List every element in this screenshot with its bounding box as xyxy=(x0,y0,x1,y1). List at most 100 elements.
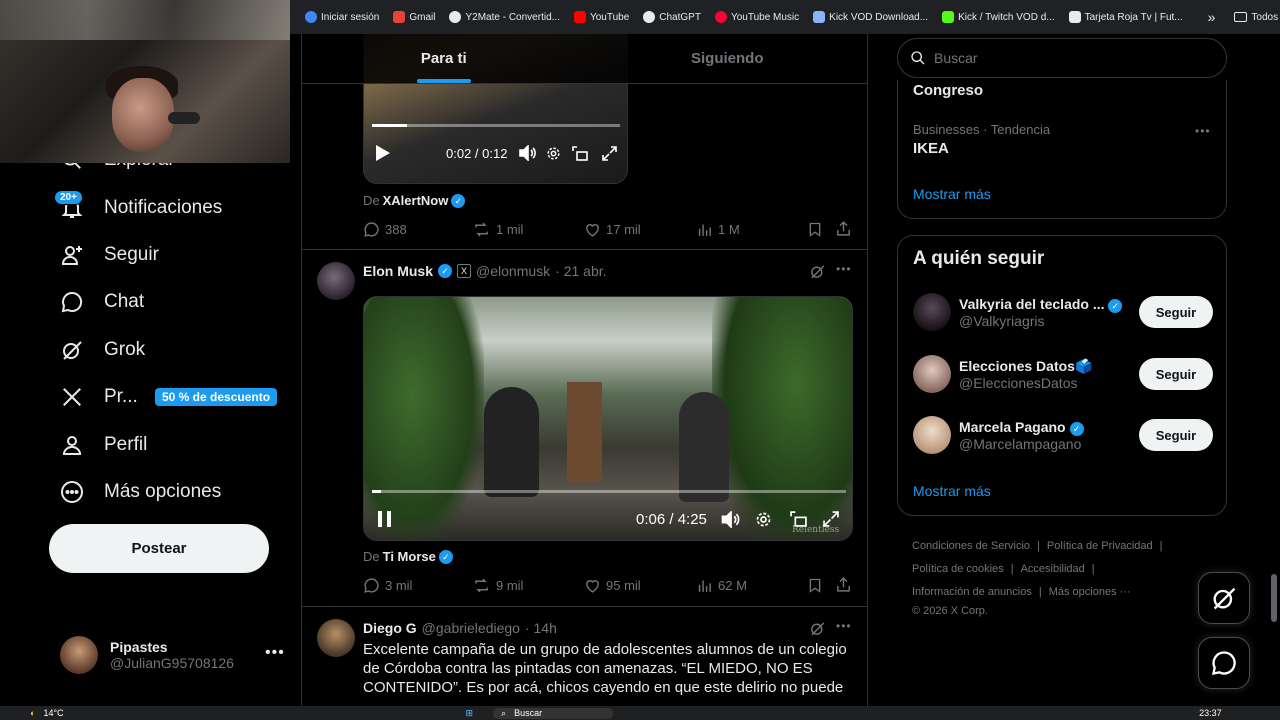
share-icon[interactable] xyxy=(835,576,852,593)
source-name[interactable]: Ti Morse xyxy=(383,549,436,564)
views-button[interactable]: 62 M xyxy=(696,577,747,594)
scrollbar-thumb[interactable] xyxy=(1271,574,1277,622)
more-icon[interactable]: ••• xyxy=(836,262,852,276)
youtube-music-icon xyxy=(714,11,727,23)
tab-following[interactable]: Siguiendo xyxy=(586,34,868,83)
youtube-icon xyxy=(573,11,586,23)
like-button[interactable]: 17 mil xyxy=(584,221,641,238)
footer-link[interactable]: Condiciones de Servicio xyxy=(912,540,1030,552)
video-player[interactable]: 0:06 / 4:25 Relentless xyxy=(363,296,853,541)
nav-premium[interactable]: Pr... xyxy=(58,379,138,415)
volume-icon[interactable] xyxy=(519,145,536,161)
bookmark-item[interactable]: YouTube Music xyxy=(708,5,806,29)
share-icon[interactable] xyxy=(835,220,852,237)
settings-icon[interactable] xyxy=(755,511,772,528)
source-name[interactable]: XAlertNow xyxy=(383,193,449,208)
video-progress-fill xyxy=(372,124,407,127)
chevron-right-icon[interactable]: » xyxy=(1196,9,1228,25)
more-icon[interactable]: ••• xyxy=(836,619,852,633)
gmail-icon xyxy=(393,11,406,23)
follow-suggestion[interactable]: Marcela Pagano ✓ @Marcelampagano Seguir xyxy=(913,413,1213,457)
grok-fab-button[interactable] xyxy=(1198,572,1250,624)
windows-start-icon[interactable]: ⊞ xyxy=(466,708,474,719)
views-button[interactable]: 1 M xyxy=(696,221,740,238)
search-box[interactable] xyxy=(897,38,1227,78)
volume-icon[interactable] xyxy=(721,511,740,528)
notifications-badge: 20+ xyxy=(54,190,83,205)
video-progress-track[interactable] xyxy=(372,124,620,127)
verified-badge-icon: ✓ xyxy=(438,549,453,564)
picture-in-picture-icon[interactable] xyxy=(572,146,588,161)
video-progress-track[interactable] xyxy=(372,490,846,493)
bookmark-item[interactable]: Kick / Twitch VOD d... xyxy=(935,5,1062,29)
settings-icon[interactable] xyxy=(546,146,561,161)
taskbar-clock[interactable]: 23:37 xyxy=(1199,708,1222,718)
bookmark-item[interactable]: Kick VOD Download... xyxy=(806,5,935,29)
grok-icon xyxy=(58,337,85,364)
show-more-link[interactable]: Mostrar más xyxy=(913,186,991,202)
bookmark-icon[interactable] xyxy=(807,577,823,594)
nav-grok[interactable]: Grok xyxy=(58,332,145,368)
nav-follow[interactable]: Seguir xyxy=(58,237,159,273)
messages-fab-button[interactable] xyxy=(1198,637,1250,689)
tab-for-you[interactable]: Para ti xyxy=(302,34,586,83)
follow-button[interactable]: Seguir xyxy=(1139,419,1213,451)
grok-icon[interactable] xyxy=(809,620,826,642)
tweet-date[interactable]: · 14h xyxy=(525,620,557,636)
bookmark-item[interactable]: ChatGPT xyxy=(636,5,708,29)
author-name[interactable]: Elon Musk xyxy=(363,263,433,279)
bookmark-item[interactable]: Gmail xyxy=(386,5,442,29)
footer-link[interactable]: Política de Privacidad xyxy=(1047,540,1153,552)
fullscreen-icon[interactable] xyxy=(602,146,617,161)
author-handle[interactable]: @gabrielediego xyxy=(422,620,520,636)
video-source: De Ti Morse ✓ xyxy=(363,549,453,564)
nav-more[interactable]: Más opciones xyxy=(58,474,221,510)
show-more-link[interactable]: Mostrar más xyxy=(913,483,991,499)
footer-link[interactable]: Información de anuncios xyxy=(912,586,1032,598)
bookmark-item[interactable]: YouTube xyxy=(567,5,636,29)
reply-button[interactable]: 3 mil xyxy=(363,577,412,594)
footer-link[interactable]: Accesibilidad xyxy=(1021,563,1085,575)
bookmark-item[interactable]: Tarjeta Roja Tv | Fut... xyxy=(1062,5,1190,29)
footer-link[interactable]: Política de cookies xyxy=(912,563,1004,575)
tweet-date[interactable]: · 21 abr. xyxy=(555,263,606,279)
nav-profile[interactable]: Perfil xyxy=(58,427,147,463)
follow-suggestion[interactable]: Valkyria del teclado ... ✓ @Valkyriagris… xyxy=(913,290,1213,334)
search-icon xyxy=(911,51,925,65)
account-switcher[interactable]: Pipastes @JulianG95708126 ••• xyxy=(60,636,290,674)
all-bookmarks-folder[interactable]: Todos los marcadores xyxy=(1227,5,1280,29)
tweet-text: Excelente campaña de un grupo de adolesc… xyxy=(363,641,847,696)
author-name[interactable]: Diego G xyxy=(363,620,417,636)
search-input[interactable] xyxy=(934,50,1204,66)
bookmark-item[interactable]: Y2Mate - Convertid... xyxy=(442,5,566,29)
trend-name[interactable]: IKEA xyxy=(913,140,949,157)
author-handle[interactable]: @elonmusk xyxy=(476,263,550,279)
bookmark-icon[interactable] xyxy=(807,221,823,238)
avatar[interactable] xyxy=(317,262,355,300)
play-icon[interactable] xyxy=(376,145,390,161)
follow-button[interactable]: Seguir xyxy=(1139,358,1213,390)
premium-discount-badge: 50 % de descuento xyxy=(155,388,278,406)
grok-icon[interactable] xyxy=(809,263,826,285)
page-scrollbar[interactable] xyxy=(1268,34,1280,706)
bookmark-item[interactable]: Iniciar sesión xyxy=(298,5,386,29)
follow-button[interactable]: Seguir xyxy=(1139,296,1213,328)
reply-button[interactable]: 388 xyxy=(363,221,407,238)
footer-links: Condiciones de Servicio | Política de Priv… xyxy=(912,535,1212,618)
add-person-icon xyxy=(58,242,85,269)
repost-button[interactable]: 9 mil xyxy=(472,577,523,594)
trend-name[interactable]: Congreso xyxy=(913,82,983,99)
follow-suggestion[interactable]: Elecciones Datos🗳️ @EleccionesDatos Segu… xyxy=(913,352,1213,396)
more-icon[interactable]: ••• xyxy=(1195,124,1211,138)
avatar[interactable] xyxy=(317,619,355,657)
verified-badge-icon: ✓ xyxy=(1069,421,1084,436)
weather-temp[interactable]: 14°C xyxy=(43,708,63,718)
footer-link[interactable]: Más opciones ··· xyxy=(1049,586,1131,598)
taskbar-search[interactable]: ⌕ Buscar xyxy=(493,707,614,719)
like-button[interactable]: 95 mil xyxy=(584,577,641,594)
repost-button[interactable]: 1 mil xyxy=(472,221,523,238)
nav-chat[interactable]: Chat xyxy=(58,284,144,320)
more-icon[interactable]: ••• xyxy=(265,644,285,662)
post-button[interactable]: Postear xyxy=(49,524,269,573)
pause-icon[interactable] xyxy=(378,511,392,527)
